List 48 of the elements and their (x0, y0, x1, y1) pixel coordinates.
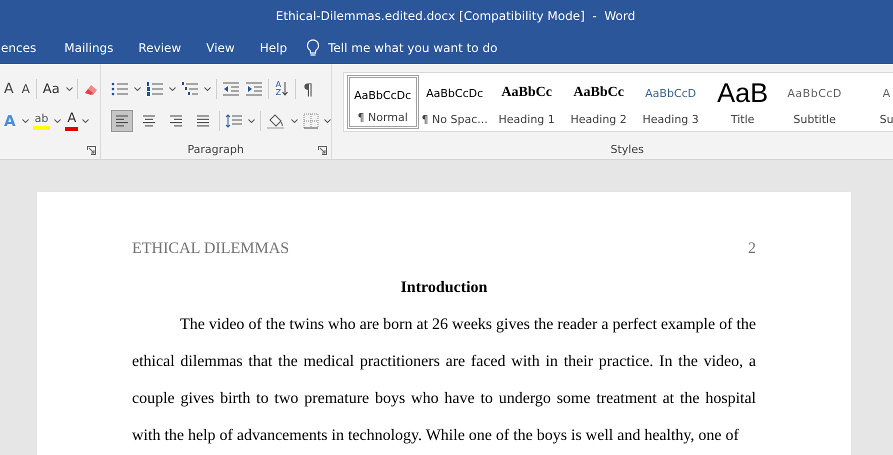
text-lines-icon (140, 114, 157, 128)
dialog-launcher-icon[interactable] (86, 146, 96, 155)
arrow-down-icon (282, 81, 288, 97)
text-lines-icon (194, 114, 211, 128)
caret-icon (66, 87, 73, 91)
highlight-button[interactable]: ab (32, 112, 50, 130)
ribbon-tab[interactable]: Help (260, 37, 288, 59)
body-paragraph: The video of the twins who are born at 26 weeks gives the reader a perfect example of the ethical dilemmas that the medical practitioners are faced with in their practice. In the video, a couple gives birth to two premature boys who have to undergo some treatment at the hospital with the help of advancements in technology. While one of the boys is well and healthy, one of (132, 315, 756, 446)
caret-icon (204, 87, 211, 91)
multilevel-list-icon[interactable] (180, 81, 199, 97)
group-label: Paragraph (187, 143, 244, 156)
bullet-list-icon[interactable] (110, 81, 129, 97)
decrease-indent-icon[interactable] (222, 81, 240, 97)
caret-icon (82, 119, 90, 123)
ribbon-tab[interactable]: Review (138, 37, 182, 59)
dialog-launcher-icon[interactable] (318, 146, 327, 155)
font-color-button[interactable]: A (65, 111, 78, 131)
borders-icon[interactable] (302, 113, 319, 129)
caret-icon (22, 119, 29, 123)
caret-icon (248, 119, 255, 123)
group-label: Styles (610, 143, 644, 156)
style-option[interactable]: AaBbCcDc ¶ Normal (346, 75, 419, 129)
running-header: ETHICAL DILEMMAS (132, 239, 290, 259)
page-number: 2 (748, 239, 756, 259)
caret-icon (168, 87, 176, 91)
sort-button[interactable]: A Z (274, 81, 290, 97)
lightbulb-icon (306, 39, 320, 57)
caret-icon (324, 119, 331, 123)
ribbon-tab[interactable]: Mailings (64, 37, 114, 59)
tell-me-search[interactable]: Tell me what you want to do (306, 39, 498, 57)
document-heading: Introduction (400, 278, 488, 298)
caret-icon (290, 119, 298, 123)
caret-icon (134, 87, 141, 91)
increase-indent-icon[interactable] (244, 81, 263, 97)
caret-icon (54, 119, 62, 123)
shrink-font-button[interactable]: A (20, 82, 32, 96)
paint-bucket-icon[interactable] (266, 112, 286, 130)
align-left-button[interactable] (110, 110, 133, 132)
show-formatting-button[interactable]: ¶ (301, 80, 316, 98)
grow-font-button[interactable]: A (2, 81, 16, 97)
text-lines-icon (114, 114, 130, 128)
ribbon-tab[interactable]: View (206, 37, 235, 59)
numbered-list-icon[interactable] (146, 81, 164, 97)
ribbon-tab[interactable]: ences (1, 37, 36, 59)
window-title: Ethical-Dilemmas.edited.docx [Compatibility Mode] - Word (276, 9, 636, 23)
text-lines-icon (168, 114, 184, 128)
change-case-button[interactable]: Aa (40, 82, 62, 96)
line-spacing-icon[interactable] (224, 113, 243, 129)
